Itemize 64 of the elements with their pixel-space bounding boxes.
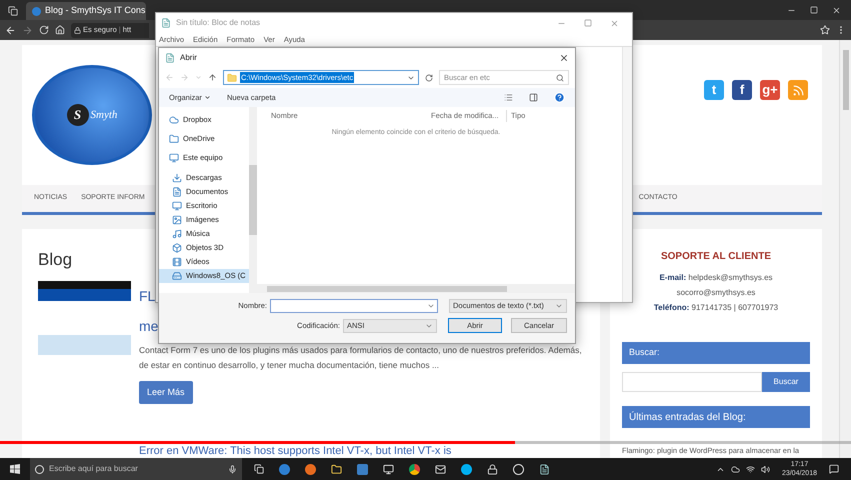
notepad-icon[interactable] [539, 464, 550, 474]
widget-header: Últimas entradas del Blog: [622, 406, 810, 428]
post-title[interactable]: Error en VMWare: This host supports Intel VT-x, but Intel VT-x is [139, 445, 452, 457]
lock-icon [74, 26, 81, 34]
help-icon[interactable] [554, 92, 565, 103]
volume-icon[interactable] [760, 464, 770, 474]
search-button[interactable]: Buscar [762, 372, 810, 392]
caret-icon[interactable] [427, 302, 435, 310]
search-icon [556, 74, 564, 82]
preview-pane-icon[interactable] [529, 93, 538, 102]
widget-header: Buscar: [622, 342, 810, 364]
up-icon[interactable] [208, 73, 217, 82]
microphone-icon[interactable] [228, 464, 237, 474]
mail-icon[interactable] [435, 464, 446, 474]
browser-icon[interactable] [409, 464, 420, 474]
caret-icon [555, 302, 563, 310]
cloud-icon[interactable] [730, 464, 740, 474]
phone-line: Teléfono: 917141735 | 607701973 [654, 302, 778, 314]
forward-icon[interactable] [22, 24, 33, 36]
browser-icon[interactable] [279, 464, 290, 474]
lock-icon[interactable] [487, 464, 498, 474]
post-title[interactable]: FL [139, 280, 156, 310]
bookmark-star-icon[interactable] [820, 25, 830, 35]
chat-app-icon[interactable] [461, 464, 472, 474]
cortana-icon [35, 464, 44, 474]
email-line: socorro@smythsys.es [676, 287, 756, 299]
email-line: E-mail: helpdesk@smythsys.es [659, 272, 773, 284]
read-more-button[interactable]: Leer Más [139, 380, 193, 404]
support-title: SOPORTE AL CLIENTE [660, 250, 771, 264]
caret-icon [204, 94, 211, 101]
blog-heading: Blog [38, 249, 72, 271]
browser-icon[interactable] [305, 464, 316, 474]
scrollbar[interactable] [249, 107, 257, 293]
social-icon[interactable]: g+ [760, 80, 780, 100]
home-icon[interactable] [55, 25, 65, 35]
favicon-icon [32, 6, 41, 16]
notepad-icon [161, 18, 171, 28]
refresh-icon[interactable] [425, 74, 433, 82]
wifi-icon[interactable] [746, 464, 755, 474]
scrollbar[interactable] [622, 47, 632, 302]
view-options-icon[interactable] [504, 93, 513, 102]
browser-tab[interactable]: Blog - SmythSys IT Cons [26, 2, 146, 20]
search-input[interactable] [622, 372, 762, 392]
dialog-icon [165, 52, 175, 62]
post-excerpt: Contact Form 7 es uno de los plugins más usados para formularios de contacto, uno de nuestros preferidos. Además, de estar en continuo desarrollo, y tener mucha documentación, tiene muchos ... [139, 344, 583, 372]
scrollbar[interactable] [839, 40, 851, 458]
app-icon[interactable] [513, 464, 524, 474]
taskbar-search-field[interactable]: Escribe aquí para buscar [30, 458, 242, 480]
notifications-icon[interactable] [829, 464, 839, 474]
close-icon[interactable] [832, 6, 841, 15]
back-icon[interactable] [5, 24, 16, 36]
windows-logo-icon[interactable] [10, 464, 20, 474]
horizontal-scrollbar[interactable] [257, 284, 575, 293]
reload-icon[interactable] [39, 25, 49, 35]
post-title[interactable]: me [139, 310, 158, 340]
video-progress-track[interactable] [0, 441, 851, 444]
file-name-input[interactable] [270, 299, 438, 313]
window-title: Sin título: Bloc de notas [176, 17, 260, 29]
social-icon[interactable]: f [732, 80, 752, 100]
logo-drawing: S Smyth [32, 65, 152, 165]
task-view-icon[interactable] [254, 464, 264, 474]
restore-icon[interactable] [810, 6, 818, 14]
dialog-title: Abrir [180, 52, 197, 64]
close-icon[interactable] [559, 52, 569, 62]
